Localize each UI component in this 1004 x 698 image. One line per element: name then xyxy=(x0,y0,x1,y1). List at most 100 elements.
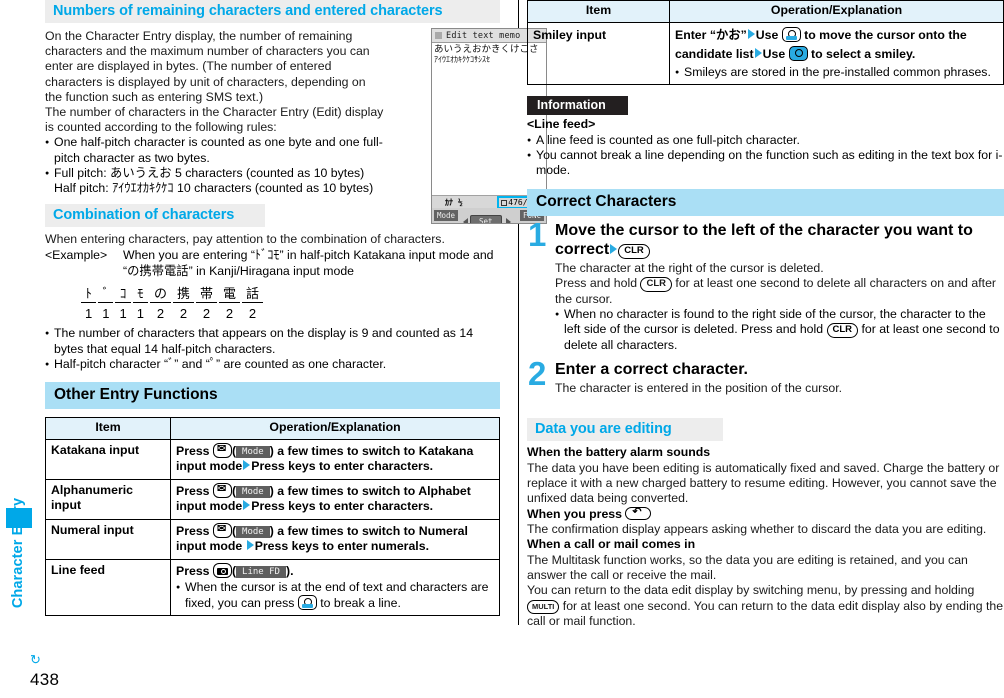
row-item-alphanumeric-input: Alphanumeric input xyxy=(45,478,171,520)
left-column: Numbers of remaining characters and ente… xyxy=(45,0,547,617)
chevron-right-icon xyxy=(243,460,251,471)
table-row: Smiley input Enter “かお” Use to move the c… xyxy=(527,21,1004,85)
example-label: <Example> xyxy=(45,248,108,263)
section-heading-correct-characters: Correct Characters xyxy=(527,189,1004,217)
section-heading-data-you-are-editing: Data you are editing xyxy=(527,418,723,442)
paragraph-return-to-edit: You can return to the data edit display … xyxy=(527,583,1004,629)
char-glyph: ﾓ xyxy=(132,283,148,304)
softkey-label-mode: Mode xyxy=(236,525,270,538)
mail-key-icon xyxy=(212,442,232,458)
char-glyph: の xyxy=(149,283,171,304)
row-item-katakana-input: Katakana input xyxy=(45,438,171,480)
table-header-row: Item Operation/Explanation xyxy=(45,417,500,440)
arrow-left-icon xyxy=(463,218,468,223)
step-1: 1 Move the cursor to the left of the cha… xyxy=(527,216,1004,353)
step-1-number: 1 xyxy=(528,216,547,254)
row-item-line-feed: Line feed xyxy=(45,558,171,617)
char-glyph: ﾄ xyxy=(81,283,97,304)
mail-key-icon xyxy=(212,482,232,498)
note-smileys-stored: Smileys are stored in the pre-installed … xyxy=(675,65,998,81)
data-editing-body: When the battery alarm sounds The data y… xyxy=(527,445,1004,629)
char-count: 2 xyxy=(225,306,234,322)
char-count: 2 xyxy=(156,306,165,322)
char-count: 2 xyxy=(179,306,188,322)
camera-key-icon xyxy=(212,562,232,578)
sidebar: Character Entry ↻ 438 xyxy=(0,0,59,698)
char-glyph: ｺ xyxy=(115,283,131,304)
step-2-line-1: The character is entered in the position… xyxy=(555,380,843,395)
mail-key-icon xyxy=(212,522,232,538)
multi-key-icon: MULTI xyxy=(527,599,560,615)
char-glyph: 電 xyxy=(218,283,240,304)
bullet-half-pitch-byte: One half-pitch character is counted as o… xyxy=(45,135,385,165)
step-2-number: 2 xyxy=(528,354,547,392)
phone-softkey-set: Set xyxy=(470,215,502,223)
arrow-right-icon xyxy=(506,218,511,223)
row-item-numeral-input: Numeral input xyxy=(45,518,171,560)
char-glyph-row: ﾄ ﾞ ｺ ﾓ の 携 帯 電 話 xyxy=(81,283,264,304)
step-1-line-2: Press and hold CLR for at least one seco… xyxy=(555,276,997,306)
char-glyph: 携 xyxy=(172,283,194,304)
row-item-smiley-input: Smiley input xyxy=(527,21,670,85)
softkey-label-linefd: Line FD xyxy=(236,565,286,578)
step-1-body: The character at the right of the cursor… xyxy=(555,261,1004,353)
step-2-body: The character is entered in the position… xyxy=(555,381,1004,396)
manual-page: Character Entry ↻ 438 Numbers of remaini… xyxy=(0,0,1004,698)
step-1-line-1: The character at the right of the cursor… xyxy=(555,261,824,276)
char-count: 1 xyxy=(85,306,93,322)
row-operation-katakana-input: Press (Mode) a few times to switch to Ka… xyxy=(170,438,500,480)
row-operation-alphanumeric-input: Press (Mode) a few times to switch to Al… xyxy=(170,478,500,520)
char-count: 1 xyxy=(136,306,144,322)
bullet-9-chars-14-bytes: The number of characters that appears on… xyxy=(45,326,500,356)
page-number: 438 xyxy=(30,670,60,689)
table-row: Alphanumeric input Press (Mode) a few ti… xyxy=(45,478,500,520)
char-count: 1 xyxy=(102,306,110,322)
paragraph-counting-rules: The number of characters in the Characte… xyxy=(45,105,384,135)
information-subheading: <Line feed> xyxy=(527,117,596,131)
nav-key-icon xyxy=(781,26,801,42)
memo-icon xyxy=(435,32,442,39)
row-operation-numeral-input: Press (Mode) a few times to switch to Nu… xyxy=(170,518,500,560)
char-glyph: ﾞ xyxy=(98,283,114,304)
char-glyph: 帯 xyxy=(195,283,217,304)
step-1-bullet: When no character is found to the right … xyxy=(555,307,1004,353)
paragraph-combination-intro: When entering characters, pay attention … xyxy=(45,232,445,247)
right-column: Item Operation/Explanation Smiley input … xyxy=(527,0,1004,629)
information-block: Information <Line feed> A line feed is c… xyxy=(527,96,1004,178)
chevron-right-icon xyxy=(747,28,755,39)
step-1-title: Move the cursor to the left of the chara… xyxy=(555,222,973,259)
softkey-label-mode: Mode xyxy=(236,485,270,498)
clr-key-icon: CLR xyxy=(826,323,859,338)
table-row: Numeral input Press (Mode) a few times t… xyxy=(45,518,500,560)
step-2-title: Enter a correct character. xyxy=(555,360,748,378)
other-entry-functions-table: Item Operation/Explanation Katakana inpu… xyxy=(45,417,500,617)
paragraph-battery-alarm: The data you have been editing is automa… xyxy=(527,460,1000,506)
chevron-right-icon xyxy=(754,47,762,58)
info-bullet-line-feed-count: A line feed is counted as one full-pitch… xyxy=(527,133,1004,149)
char-count-row: 1 1 1 1 2 2 2 2 2 xyxy=(81,305,263,321)
phone-softkey-mode: Mode xyxy=(434,210,459,221)
nav-key-icon xyxy=(788,45,808,61)
info-bullet-cannot-break-line: You cannot break a line depending on the… xyxy=(527,148,1004,178)
table-row: Line feed Press (Line FD). When the curs… xyxy=(45,558,500,617)
clr-key-icon: CLR xyxy=(618,244,650,259)
section-heading-remaining-characters: Numbers of remaining characters and ente… xyxy=(45,0,500,23)
column-header-item: Item xyxy=(527,0,670,23)
table-header-row: Item Operation/Explanation xyxy=(527,0,1004,23)
paragraph-multitask: The Multitask function works, so the dat… xyxy=(527,552,968,583)
char-glyph: 話 xyxy=(242,283,264,304)
chevron-right-icon xyxy=(246,540,254,551)
subheading-when-you-press: When you press xyxy=(527,505,1004,522)
clr-key-icon: CLR xyxy=(640,277,672,292)
byte-icon xyxy=(501,200,508,206)
table-row: Katakana input Press (Mode) a few times … xyxy=(45,438,500,480)
section-heading-other-entry-functions: Other Entry Functions xyxy=(45,382,500,410)
char-count: 2 xyxy=(248,306,257,322)
example-text: When you are entering “ﾄﾞｺﾓ” in half-pit… xyxy=(123,248,494,278)
example-block: <Example> When you are entering “ﾄﾞｺﾓ” i… xyxy=(45,248,500,279)
char-count: 1 xyxy=(119,306,127,322)
column-header-item: Item xyxy=(45,417,171,440)
information-heading: Information xyxy=(527,96,628,115)
page-corner-icon: ↻ xyxy=(30,652,41,667)
row-operation-smiley-input: Enter “かお” Use to move the cursor onto th… xyxy=(669,21,1004,85)
